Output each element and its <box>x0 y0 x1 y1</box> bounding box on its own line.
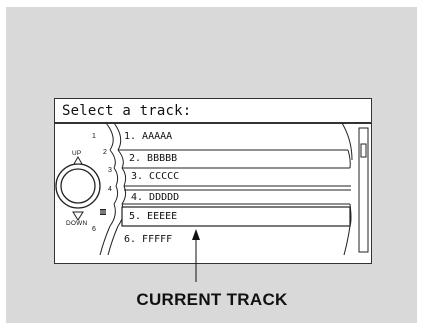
track-item-1[interactable]: 1. AAAAA <box>124 131 172 142</box>
knob-number-6: 6 <box>92 226 96 233</box>
knob-number-4: 4 <box>108 186 112 193</box>
select-icon <box>100 209 106 215</box>
knob-number-3: 3 <box>108 167 112 174</box>
current-track-caption: CURRENT TRACK <box>136 290 288 309</box>
figure: Select a track: 1 2 3 4 6 UP DOWN 1. AAA… <box>0 0 424 333</box>
callout-arrowhead <box>192 229 200 240</box>
down-arrow-icon <box>72 211 84 221</box>
knob-number-2: 2 <box>103 149 107 156</box>
screen-graphics <box>55 122 369 282</box>
track-item-6[interactable]: 6. FFFFF <box>124 234 172 245</box>
up-arrow-icon <box>73 155 83 165</box>
track-item-5-current[interactable]: 5. EEEEE <box>129 211 177 222</box>
track-item-3[interactable]: 3. CCCCC <box>131 171 179 182</box>
track-item-4[interactable]: 4. DDDDD <box>131 192 179 203</box>
down-label: DOWN <box>66 220 88 227</box>
knob-number-1: 1 <box>92 133 96 140</box>
fan-dividers <box>99 122 127 256</box>
knob-icon <box>55 163 101 209</box>
scrollbar-icon <box>358 127 369 253</box>
up-label: UP <box>72 150 82 157</box>
track-item-2[interactable]: 2. BBBBB <box>129 153 177 164</box>
